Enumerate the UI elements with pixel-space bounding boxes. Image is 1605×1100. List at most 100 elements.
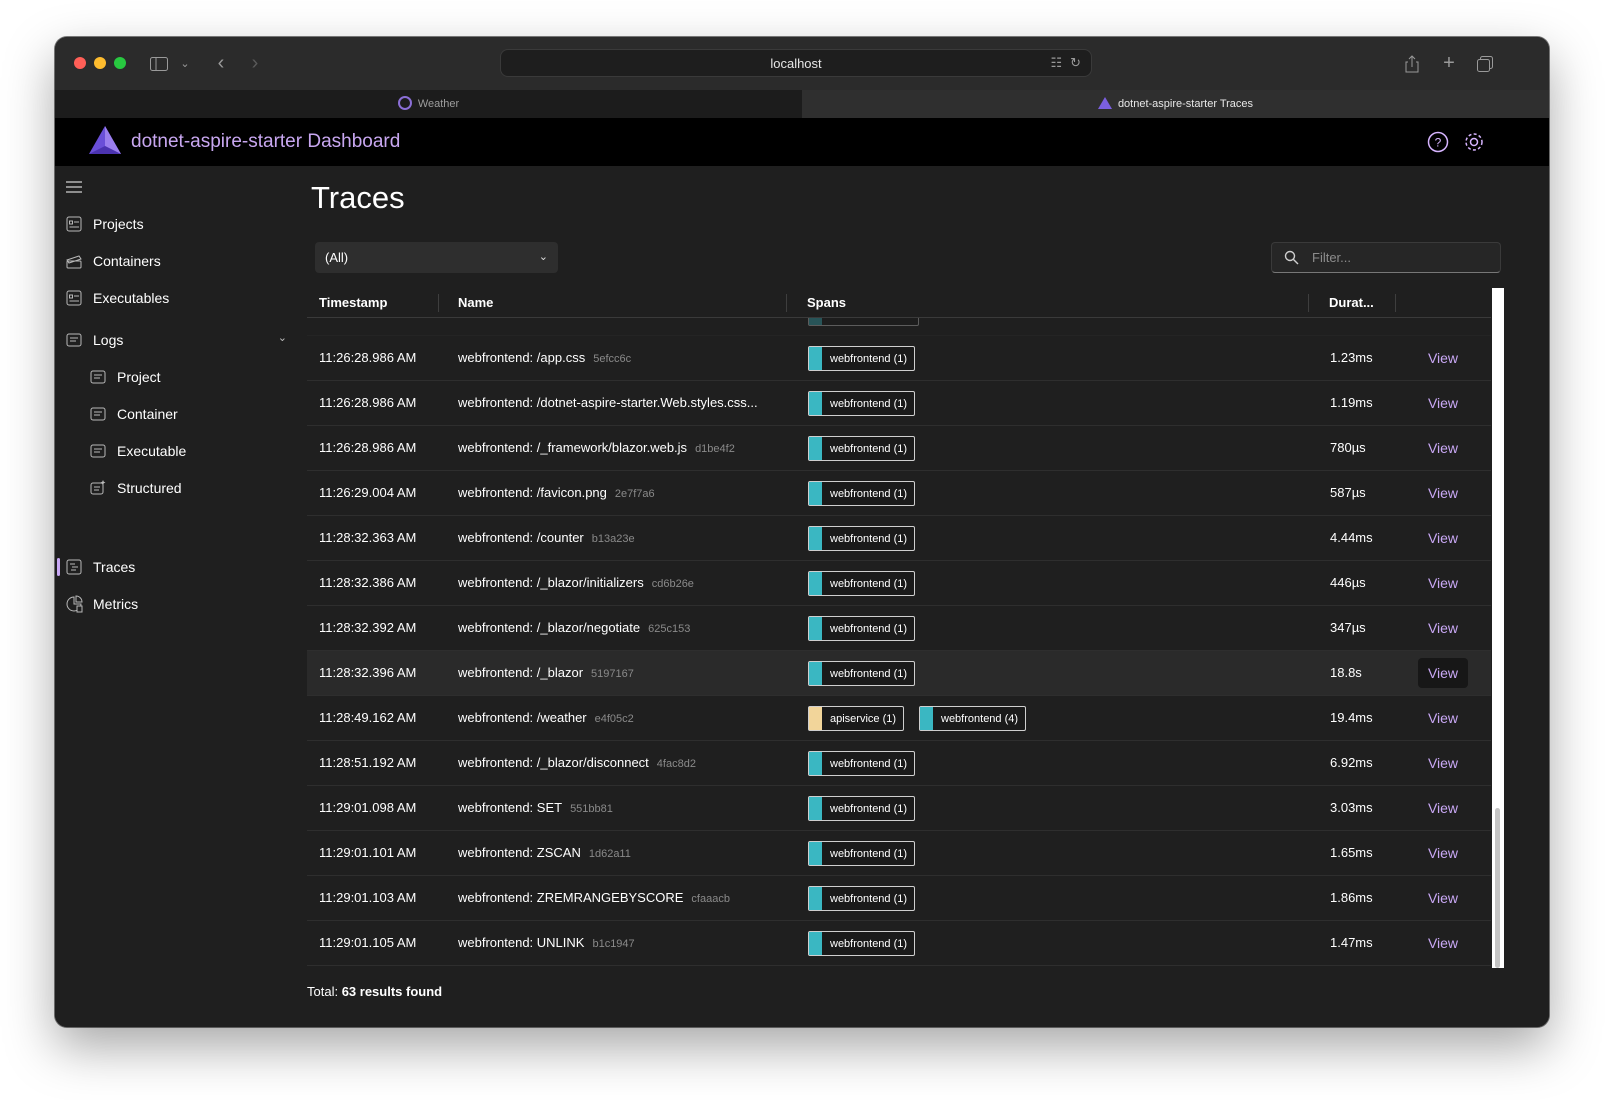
view-trace-button[interactable]: View (1418, 343, 1468, 373)
table-row[interactable]: 11:29:01.098 AM webfrontend: SET 551bb81 we… (307, 786, 1491, 831)
span-badge[interactable]: webfrontend (1) (808, 436, 916, 461)
back-icon[interactable]: ‹ (207, 51, 235, 76)
span-color-swatch (809, 752, 822, 775)
column-divider[interactable] (1395, 294, 1396, 312)
settings-gear-icon[interactable] (1463, 131, 1485, 153)
share-icon[interactable] (1398, 51, 1426, 76)
column-header-timestamp[interactable]: Timestamp (319, 295, 387, 310)
span-badge[interactable]: webfrontend (1) (808, 931, 916, 956)
chevron-down-icon[interactable]: ⌄ (175, 51, 195, 76)
span-badge[interactable]: webfrontend (1) (808, 751, 916, 776)
address-bar[interactable]: localhost ☷ ↻ (500, 49, 1092, 77)
view-trace-button[interactable]: View (1418, 433, 1468, 463)
sidebar-item-metrics[interactable]: Metrics (65, 589, 138, 619)
table-row[interactable]: 11:29:01.103 AM webfrontend: ZREMRANGEBYS… (307, 876, 1491, 921)
translate-icon[interactable]: ☷ (1050, 55, 1062, 71)
duration-cell: 4.44ms (1330, 530, 1373, 545)
sidebar-item-logs[interactable]: Logs ⌄ (65, 325, 287, 355)
sidebar-item-log-container[interactable]: Container (89, 399, 178, 429)
span-color-swatch (809, 392, 822, 415)
view-trace-button[interactable]: View (1418, 658, 1468, 688)
close-window-button[interactable] (74, 57, 86, 69)
duration-cell: 446µs (1330, 575, 1366, 590)
sidebar-item-log-structured[interactable]: Structured (89, 473, 182, 503)
view-trace-button[interactable]: View (1418, 928, 1468, 958)
view-trace-button[interactable]: View (1418, 478, 1468, 508)
table-row[interactable]: 11:29:01.101 AM webfrontend: ZSCAN 1d62a11… (307, 831, 1491, 876)
sidebar-item-executables[interactable]: Executables (65, 283, 169, 313)
view-trace-button[interactable]: View (1418, 748, 1468, 778)
duration-cell: 1.65ms (1330, 845, 1373, 860)
sidebar-item-projects[interactable]: Projects (65, 209, 144, 239)
zoom-window-button[interactable] (114, 57, 126, 69)
filter-input[interactable]: Filter... (1271, 242, 1501, 273)
column-header-spans[interactable]: Spans (807, 295, 846, 310)
new-tab-icon[interactable]: + (1435, 51, 1463, 76)
reload-icon[interactable]: ↻ (1070, 55, 1081, 71)
span-color-swatch (809, 482, 822, 505)
chevron-down-icon[interactable]: ⌄ (278, 331, 287, 344)
span-badge[interactable]: webfrontend (4) (919, 706, 1027, 731)
scrollbar-thumb[interactable] (1495, 808, 1500, 968)
sidebar-item-traces[interactable]: Traces (65, 552, 135, 582)
trace-name: webfrontend: UNLINK (458, 935, 585, 950)
tab-traces[interactable]: dotnet-aspire-starter Traces (802, 90, 1549, 118)
span-badge[interactable]: apiservice (1) (808, 706, 905, 731)
span-badge[interactable]: webfrontend (1) (808, 526, 916, 551)
hamburger-menu-icon[interactable] (65, 180, 83, 199)
sidebar-item-log-project[interactable]: Project (89, 362, 161, 392)
span-badge[interactable] (808, 318, 919, 326)
sidebar-item-containers[interactable]: Containers (65, 246, 161, 276)
table-row[interactable]: 11:26:29.004 AM webfrontend: /favicon.png… (307, 471, 1491, 516)
span-badge[interactable]: webfrontend (1) (808, 571, 916, 596)
view-trace-button[interactable]: View (1418, 838, 1468, 868)
view-trace-button[interactable]: View (1418, 388, 1468, 418)
table-row[interactable]: 11:28:32.392 AM webfrontend: /_blazor/neg… (307, 606, 1491, 651)
table-scrollbar[interactable] (1492, 288, 1504, 968)
search-icon (1284, 250, 1299, 268)
span-badge[interactable]: webfrontend (1) (808, 661, 916, 686)
column-divider[interactable] (1308, 294, 1309, 312)
resource-select[interactable]: (All) ⌄ (315, 242, 558, 273)
view-trace-button[interactable]: View (1418, 568, 1468, 598)
sidebar-item-log-executable[interactable]: Executable (89, 436, 186, 466)
log-container-icon (89, 405, 107, 423)
tab-overview-icon[interactable] (1471, 51, 1499, 76)
view-trace-button[interactable]: View (1418, 793, 1468, 823)
table-row[interactable]: 11:28:32.386 AM webfrontend: /_blazor/ini… (307, 561, 1491, 606)
trace-id: 625c153 (648, 623, 691, 635)
column-header-name[interactable]: Name (458, 295, 493, 310)
span-badge[interactable]: webfrontend (1) (808, 346, 916, 371)
span-badge[interactable]: webfrontend (1) (808, 481, 916, 506)
forward-icon[interactable]: › (241, 51, 269, 76)
span-badge[interactable]: webfrontend (1) (808, 616, 916, 641)
view-trace-button[interactable]: View (1418, 883, 1468, 913)
span-badge[interactable]: webfrontend (1) (808, 841, 916, 866)
table-row[interactable]: 11:28:32.396 AM webfrontend: /_blazor 5197… (307, 651, 1491, 696)
table-row[interactable]: 11:28:51.192 AM webfrontend: /_blazor/dis… (307, 741, 1491, 786)
span-label: webfrontend (1) (830, 487, 908, 500)
table-row[interactable]: 11:28:32.363 AM webfrontend: /counter b13a… (307, 516, 1491, 561)
table-row[interactable]: 11:28:49.162 AM webfrontend: /weather e4f0… (307, 696, 1491, 741)
help-icon[interactable]: ? (1427, 131, 1449, 153)
minimize-window-button[interactable] (94, 57, 106, 69)
view-trace-button[interactable]: View (1418, 523, 1468, 553)
table-row[interactable]: 11:29:01.105 AM webfrontend: UNLINK b1c194… (307, 921, 1491, 966)
view-trace-button[interactable]: View (1418, 703, 1468, 733)
table-row[interactable]: 11:26:28.986 AM webfrontend: /app.css 5efc… (307, 336, 1491, 381)
tab-weather[interactable]: Weather (55, 90, 802, 118)
trace-name: webfrontend: /app.css (458, 350, 586, 365)
table-row[interactable]: 11:26:28.986 AM webfrontend: /dotnet-aspi… (307, 381, 1491, 426)
span-badge[interactable]: webfrontend (1) (808, 886, 916, 911)
span-badge[interactable]: webfrontend (1) (808, 391, 916, 416)
app-title[interactable]: dotnet-aspire-starter Dashboard (131, 131, 400, 153)
span-color-swatch (809, 527, 822, 550)
table-row[interactable]: 11:26:28.986 AM webfrontend: /_framework/… (307, 426, 1491, 471)
sidebar-toggle-icon[interactable] (145, 51, 173, 76)
tab-label: dotnet-aspire-starter Traces (1117, 98, 1254, 110)
column-divider[interactable] (786, 294, 787, 312)
view-trace-button[interactable]: View (1418, 613, 1468, 643)
column-divider[interactable] (438, 294, 439, 312)
column-header-duration[interactable]: Durat... (1329, 295, 1374, 310)
span-badge[interactable]: webfrontend (1) (808, 796, 916, 821)
